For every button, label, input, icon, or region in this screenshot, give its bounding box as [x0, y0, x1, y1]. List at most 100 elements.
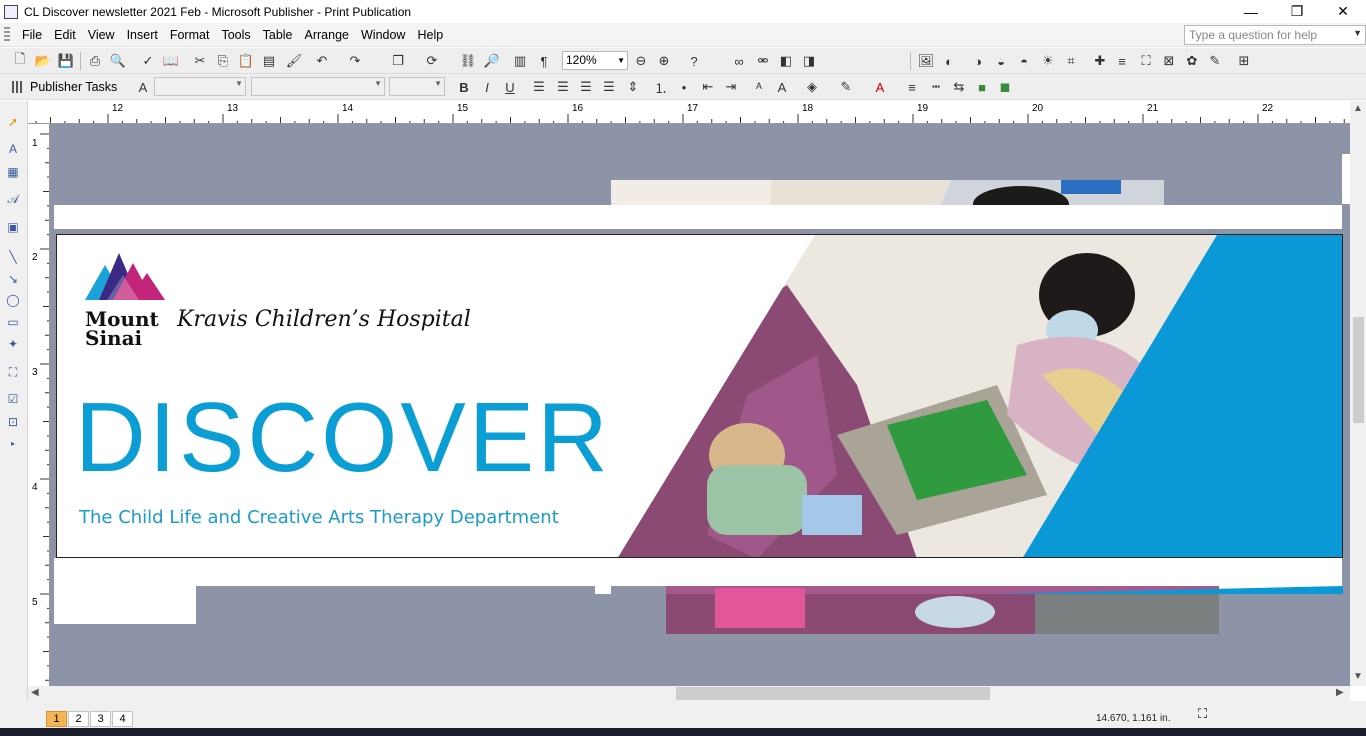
- menu-grip[interactable]: [4, 26, 10, 43]
- horizontal-ruler[interactable]: 12 13 14 15 16 17 18 19 20 21 22: [28, 101, 1350, 124]
- print-icon[interactable]: ⎙: [87, 53, 103, 69]
- menu-window[interactable]: Window: [355, 28, 411, 42]
- new-icon[interactable]: 🗋: [12, 51, 28, 69]
- justify-icon[interactable]: ☰: [601, 79, 617, 95]
- spelling-icon[interactable]: ✓: [140, 53, 156, 69]
- copy-icon[interactable]: ⎘: [215, 53, 231, 69]
- vertical-scrollbar[interactable]: ▲ ▼: [1350, 101, 1366, 686]
- menu-view[interactable]: View: [82, 28, 121, 42]
- styles-icon[interactable]: A: [135, 79, 151, 95]
- bold-button[interactable]: B: [456, 79, 472, 95]
- chevron-down-icon[interactable]: ▼: [374, 79, 382, 88]
- horizontal-scrollbar[interactable]: ◀ ▶: [28, 686, 1350, 701]
- zoom-out-icon[interactable]: ⊖: [633, 53, 649, 69]
- redo-icon[interactable]: ↷: [347, 53, 363, 69]
- line-style-icon[interactable]: ≡: [904, 79, 920, 95]
- bullets-icon[interactable]: •: [676, 79, 692, 95]
- font-color-icon[interactable]: A: [872, 79, 888, 95]
- menu-help[interactable]: Help: [411, 28, 449, 42]
- reset-picture-icon[interactable]: ⊞: [1236, 53, 1252, 69]
- color-icon[interactable]: ◐: [941, 53, 957, 69]
- numbering-icon[interactable]: ⒈: [653, 79, 669, 96]
- undo-icon[interactable]: ↶: [314, 53, 330, 69]
- line-color-icon[interactable]: ✎: [838, 79, 854, 95]
- underline-button[interactable]: U: [502, 79, 518, 95]
- pilcrow-icon[interactable]: ¶: [536, 53, 552, 69]
- italic-button[interactable]: I: [479, 79, 495, 95]
- page-area[interactable]: [54, 205, 1342, 229]
- unlink-textbox-icon[interactable]: ⚮: [755, 53, 771, 69]
- align-right-icon[interactable]: ☰: [578, 79, 594, 95]
- menu-insert[interactable]: Insert: [121, 28, 164, 42]
- photo-overflow-bottom[interactable]: [595, 586, 1343, 634]
- more-contrast-icon[interactable]: ◑: [970, 53, 986, 69]
- page-2-button[interactable]: 2: [68, 711, 89, 727]
- scroll-up-icon[interactable]: ▲: [1353, 103, 1363, 114]
- font-size-select[interactable]: ▼: [389, 77, 445, 96]
- menu-format[interactable]: Format: [164, 28, 216, 42]
- crop-icon[interactable]: ⌗: [1063, 53, 1079, 69]
- zoom-in-icon[interactable]: ⊕: [656, 53, 672, 69]
- decrease-font-icon[interactable]: ᴬ: [751, 79, 767, 95]
- shadow-style-icon[interactable]: ■: [974, 79, 990, 95]
- design-gallery-icon[interactable]: ⊡: [5, 414, 21, 430]
- set-transparent-icon[interactable]: ✎: [1207, 53, 1223, 69]
- publisher-tasks-button[interactable]: Publisher Tasks: [12, 78, 117, 96]
- previous-textbox-icon[interactable]: ◧: [778, 53, 794, 69]
- menu-arrange[interactable]: Arrange: [299, 28, 355, 42]
- menu-edit[interactable]: Edit: [48, 28, 82, 42]
- fill-color-icon[interactable]: ◈: [804, 79, 820, 95]
- text-wrapping-icon[interactable]: ⊠: [1161, 53, 1177, 69]
- paste-special-icon[interactable]: ▤: [261, 53, 277, 69]
- compress-icon[interactable]: ⛶: [1138, 53, 1154, 69]
- bring-to-front-icon[interactable]: ❐: [390, 53, 406, 69]
- chevron-down-icon[interactable]: ▼: [1353, 28, 1362, 38]
- scroll-down-icon[interactable]: ▼: [1353, 671, 1363, 682]
- open-icon[interactable]: 📂: [35, 53, 51, 69]
- page-area[interactable]: [54, 586, 196, 624]
- style-select[interactable]: ▼: [154, 77, 246, 96]
- page-1-button[interactable]: 1: [46, 711, 67, 727]
- close-button[interactable]: ✕: [1320, 0, 1366, 23]
- chevron-down-icon[interactable]: ▼: [434, 79, 442, 88]
- line-spacing-icon[interactable]: ⇕: [625, 79, 641, 95]
- chevron-down-icon[interactable]: ▼: [617, 52, 625, 69]
- insert-picture-icon[interactable]: 🖼: [918, 53, 935, 69]
- page-area[interactable]: [54, 558, 1342, 586]
- scroll-right-icon[interactable]: ▶: [1336, 687, 1344, 698]
- oval-icon[interactable]: ◯: [5, 292, 21, 308]
- vertical-ruler[interactable]: 1 2 3 4 5: [28, 124, 50, 686]
- increase-indent-icon[interactable]: ⇥: [723, 79, 739, 95]
- scroll-left-icon[interactable]: ◀: [31, 687, 39, 698]
- minimize-button[interactable]: —: [1228, 0, 1274, 23]
- next-textbox-icon[interactable]: ◨: [801, 53, 817, 69]
- web-preview-icon[interactable]: 🔎: [484, 53, 500, 69]
- publication-workspace[interactable]: Mount Sinai Kravis Children’s Hospital D…: [50, 124, 1350, 686]
- line-icon[interactable]: ╲: [5, 249, 21, 265]
- decrease-indent-icon[interactable]: ⇤: [700, 79, 716, 95]
- page-3-button[interactable]: 3: [90, 711, 111, 727]
- 3d-style-icon[interactable]: ◼: [997, 79, 1013, 95]
- more-tools-icon[interactable]: ▸: [5, 435, 21, 451]
- less-brightness-icon[interactable]: ☀: [1040, 53, 1056, 69]
- autoshapes-icon[interactable]: ✦: [5, 336, 21, 352]
- more-brightness-icon[interactable]: ◓: [1016, 53, 1032, 69]
- menu-table[interactable]: Table: [257, 28, 299, 42]
- arrow-style-icon[interactable]: ⇆: [951, 79, 967, 95]
- department-subtitle[interactable]: The Child Life and Creative Arts Therapy…: [79, 507, 559, 528]
- align-center-icon[interactable]: ☰: [555, 79, 571, 95]
- less-contrast-icon[interactable]: ◒: [993, 53, 1009, 69]
- horizontal-scroll-thumb[interactable]: [676, 687, 990, 700]
- format-painter-icon[interactable]: 🖌: [286, 53, 303, 69]
- wordart-icon[interactable]: 𝒜: [5, 191, 21, 207]
- font-select[interactable]: ▼: [251, 77, 385, 96]
- rectangle-icon[interactable]: ▭: [5, 314, 21, 330]
- text-box-icon[interactable]: A: [5, 141, 21, 157]
- cut-icon[interactable]: ✂: [192, 53, 208, 69]
- hot-spot-icon[interactable]: ⛶: [5, 364, 21, 380]
- research-icon[interactable]: 📖: [163, 53, 179, 69]
- restore-button[interactable]: ❐: [1274, 0, 1320, 23]
- line-style-icon[interactable]: ✚: [1092, 53, 1108, 69]
- zoom-select[interactable]: 120% ▼: [562, 51, 628, 70]
- picture-frame-icon[interactable]: ▣: [5, 219, 21, 235]
